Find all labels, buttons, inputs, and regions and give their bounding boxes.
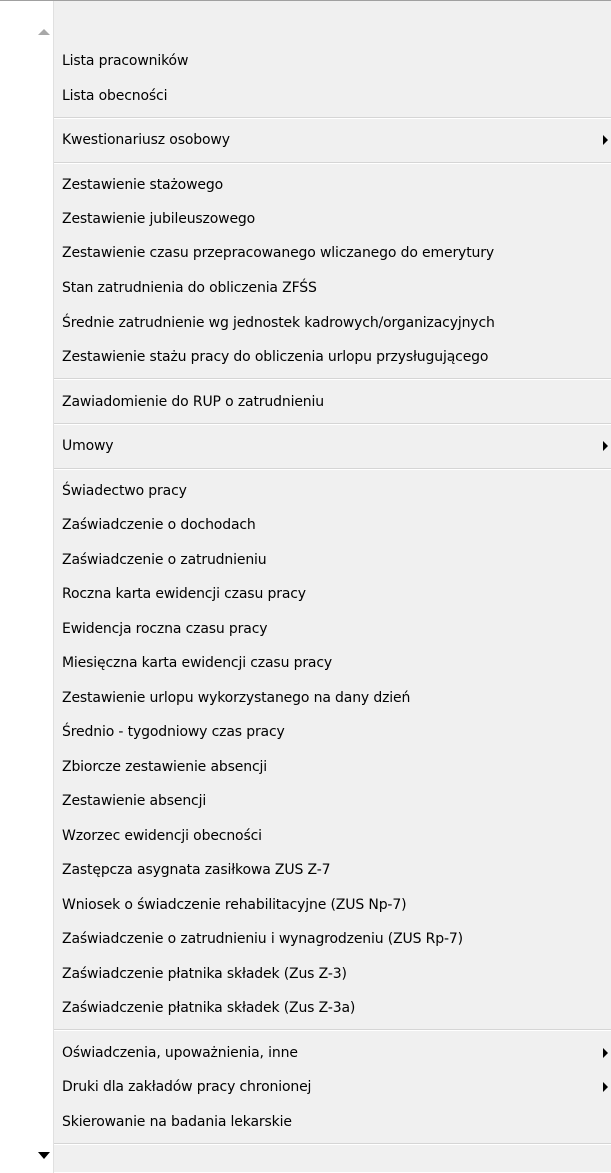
menu-separator bbox=[54, 1029, 611, 1031]
menu-item-zestawienie-absencji[interactable]: Zestawienie absencji bbox=[54, 784, 611, 818]
menu-item-label: Wniosek o świadczenie rehabilitacyjne (Z… bbox=[62, 897, 407, 913]
menu-item-label: Zaświadczenie płatnika składek (Zus Z-3) bbox=[62, 966, 347, 982]
menu-item-skierowanie-badania[interactable]: Skierowanie na badania lekarskie bbox=[54, 1105, 611, 1139]
menu-item-label: Zestawienie stażowego bbox=[62, 177, 223, 193]
scroll-down-icon[interactable] bbox=[38, 1152, 50, 1159]
menu-item-zestawienie-stazowego[interactable]: Zestawienie stażowego bbox=[54, 168, 611, 202]
menu-item-label: Wzorzec ewidencji obecności bbox=[62, 828, 262, 844]
menu-item-czas-emerytura[interactable]: Zestawienie czasu przepracowanego wlicza… bbox=[54, 236, 611, 270]
submenu-arrow-icon bbox=[603, 135, 608, 145]
menu-item-zus-z7[interactable]: Zastępcza asygnata zasiłkowa ZUS Z-7 bbox=[54, 853, 611, 887]
menu-item-label: Zaświadczenie o zatrudnieniu i wynagrodz… bbox=[62, 931, 463, 947]
menu-item-swiadectwo-pracy[interactable]: Świadectwo pracy bbox=[54, 474, 611, 508]
menu-item-label: Zestawienie absencji bbox=[62, 793, 207, 809]
menu-item-label: Oświadczenia, upoważnienia, inne bbox=[62, 1045, 298, 1061]
menu-item-label: Zawiadomienie do RUP o zatrudnieniu bbox=[62, 394, 324, 410]
menu-item-zus-rp7[interactable]: Zaświadczenie o zatrudnieniu i wynagrodz… bbox=[54, 922, 611, 956]
menu-item-lista-obecnosci[interactable]: Lista obecności bbox=[54, 79, 611, 113]
menu-item-label: Zaświadczenie o zatrudnieniu bbox=[62, 552, 267, 568]
menu-item-zestawienie-jubileuszowego[interactable]: Zestawienie jubileuszowego bbox=[54, 202, 611, 236]
menu-item-label: Lista pracowników bbox=[62, 53, 189, 69]
menu-item-zus-np7[interactable]: Wniosek o świadczenie rehabilitacyjne (Z… bbox=[54, 888, 611, 922]
menu-item-label: Zestawienie stażu pracy do obliczenia ur… bbox=[62, 349, 489, 365]
menu-item-staz-urlop[interactable]: Zestawienie stażu pracy do obliczenia ur… bbox=[54, 340, 611, 374]
menu-item-zbiorcze-absencji[interactable]: Zbiorcze zestawienie absencji bbox=[54, 750, 611, 784]
menu-item-ewidencja-roczna[interactable]: Ewidencja roczna czasu pracy bbox=[54, 612, 611, 646]
menu-item-label: Lista obecności bbox=[62, 88, 168, 104]
menu-item-lista-pracownikow[interactable]: Lista pracowników bbox=[54, 44, 611, 78]
menu-separator bbox=[54, 468, 611, 470]
menu-item-zaswiadczenie-dochody[interactable]: Zaświadczenie o dochodach bbox=[54, 508, 611, 542]
menu-item-miesieczna-karta[interactable]: Miesięczna karta ewidencji czasu pracy bbox=[54, 646, 611, 680]
menu-item-label: Skierowanie na badania lekarskie bbox=[62, 1114, 292, 1130]
menu-item-label: Zestawienie czasu przepracowanego wlicza… bbox=[62, 245, 494, 261]
menu-separator bbox=[54, 378, 611, 380]
menu-item-label: Umowy bbox=[62, 438, 114, 454]
menu-item-oswiadczenia[interactable]: Oświadczenia, upoważnienia, inne bbox=[54, 1036, 611, 1070]
menu-item-zus-z3a[interactable]: Zaświadczenie płatnika składek (Zus Z-3a… bbox=[54, 991, 611, 1025]
submenu-arrow-icon bbox=[603, 1082, 608, 1092]
menu-item-label: Roczna karta ewidencji czasu pracy bbox=[62, 586, 306, 602]
menu-item-roczna-karta[interactable]: Roczna karta ewidencji czasu pracy bbox=[54, 577, 611, 611]
menu-separator bbox=[54, 162, 611, 164]
menu-item-urlop-wykorzystany[interactable]: Zestawienie urlopu wykorzystanego na dan… bbox=[54, 681, 611, 715]
menu-item-label: Średnie zatrudnienie wg jednostek kadrow… bbox=[62, 315, 495, 331]
menu-item-druki-zpch[interactable]: Druki dla zakładów pracy chronionej bbox=[54, 1070, 611, 1104]
menu-item-umowy[interactable]: Umowy bbox=[54, 429, 611, 463]
menu-item-label: Ewidencja roczna czasu pracy bbox=[62, 621, 268, 637]
menu-item-zaswiadczenie-zatrudnienie[interactable]: Zaświadczenie o zatrudnieniu bbox=[54, 543, 611, 577]
menu-item-label: Miesięczna karta ewidencji czasu pracy bbox=[62, 655, 333, 671]
menu-item-label: Świadectwo pracy bbox=[62, 483, 187, 499]
menu-item-wzorzec-ewidencji[interactable]: Wzorzec ewidencji obecności bbox=[54, 819, 611, 853]
submenu-arrow-icon bbox=[603, 441, 608, 451]
menu-item-label: Zaświadczenie płatnika składek (Zus Z-3a… bbox=[62, 1000, 356, 1016]
menu-item-zus-z3[interactable]: Zaświadczenie płatnika składek (Zus Z-3) bbox=[54, 957, 611, 991]
menu-item-label: Zbiorcze zestawienie absencji bbox=[62, 759, 267, 775]
menu-item-label: Zastępcza asygnata zasiłkowa ZUS Z-7 bbox=[62, 862, 331, 878]
menu-item-label: Średnio - tygodniowy czas pracy bbox=[62, 724, 285, 740]
menu-item-kwestionariusz-osobowy[interactable]: Kwestionariusz osobowy bbox=[54, 123, 611, 157]
context-menu: Lista pracowników Lista obecności Kwesti… bbox=[0, 0, 611, 1173]
menu-item-zawiadomienie-rup[interactable]: Zawiadomienie do RUP o zatrudnieniu bbox=[54, 385, 611, 419]
menu-item-srednie-zatrudnienie[interactable]: Średnie zatrudnienie wg jednostek kadrow… bbox=[54, 306, 611, 340]
menu-icon-gutter bbox=[0, 1, 54, 1173]
menu-item-label: Zaświadczenie o dochodach bbox=[62, 517, 256, 533]
menu-item-label: Stan zatrudnienia do obliczenia ZFŚS bbox=[62, 280, 317, 296]
menu-separator bbox=[54, 423, 611, 425]
menu-item-tygodniowy-czas[interactable]: Średnio - tygodniowy czas pracy bbox=[54, 715, 611, 749]
menu-item-label: Zestawienie jubileuszowego bbox=[62, 211, 256, 227]
menu-separator bbox=[54, 117, 611, 119]
menu-separator bbox=[54, 1143, 611, 1145]
scroll-up-icon[interactable] bbox=[38, 29, 50, 35]
menu-item-label: Kwestionariusz osobowy bbox=[62, 132, 230, 148]
submenu-arrow-icon bbox=[603, 1048, 608, 1058]
menu-item-stan-zatrudnienia-zfss[interactable]: Stan zatrudnienia do obliczenia ZFŚS bbox=[54, 271, 611, 305]
menu-item-label: Druki dla zakładów pracy chronionej bbox=[62, 1079, 312, 1095]
menu-item-label: Zestawienie urlopu wykorzystanego na dan… bbox=[62, 690, 411, 706]
